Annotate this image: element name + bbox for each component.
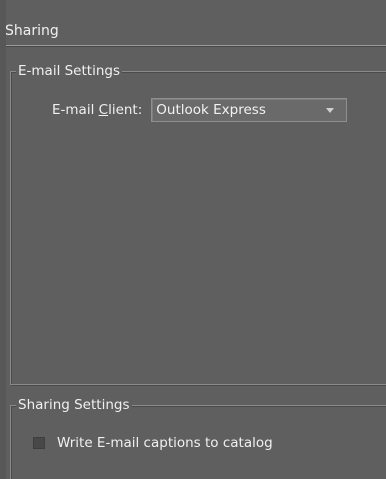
- email-client-label-suffix: lient:: [108, 102, 143, 118]
- email-client-label: E-mail Client:: [52, 102, 142, 118]
- title-divider-shadow: [6, 46, 386, 47]
- write-captions-row: Write E-mail captions to catalog: [33, 432, 273, 454]
- page-title: Sharing: [5, 23, 59, 39]
- email-client-row: E-mail Client: Outlook Express: [52, 97, 348, 123]
- write-captions-label[interactable]: Write E-mail captions to catalog: [57, 435, 273, 451]
- chevron-down-icon[interactable]: [326, 108, 335, 113]
- email-client-selected-value: Outlook Express: [156, 102, 266, 118]
- email-client-label-mnemonic: C: [98, 102, 109, 118]
- sharing-settings-legend: Sharing Settings: [16, 395, 132, 415]
- email-client-label-prefix: E-mail: [52, 102, 99, 118]
- email-client-dropdown[interactable]: Outlook Express: [151, 98, 348, 122]
- panel-left-edge: [0, 0, 6, 479]
- email-settings-legend: E-mail Settings: [16, 61, 122, 81]
- write-captions-checkbox[interactable]: [33, 437, 45, 449]
- preferences-panel: Sharing E-mail Settings E-mail Client: O…: [0, 0, 386, 479]
